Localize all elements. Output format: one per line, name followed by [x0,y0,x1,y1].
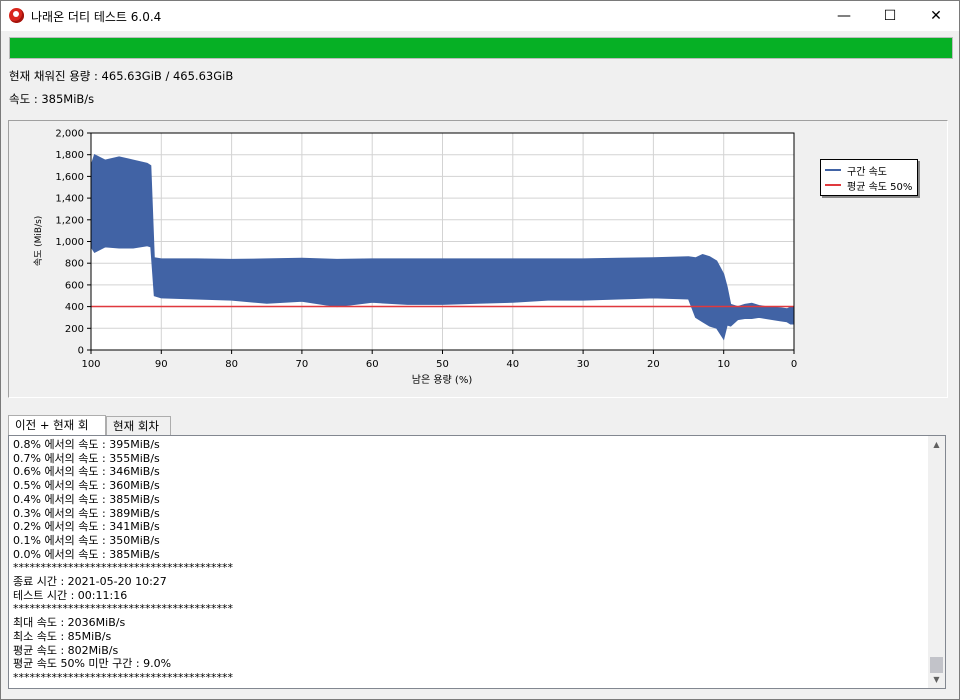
log-line: **************************************** [13,670,233,684]
x-tick-label: 40 [506,359,519,370]
tab-all-rounds[interactable]: 이전 + 현재 회차 [8,415,106,450]
log-line: 최대 속도 : 2036MiB/s [13,616,126,630]
y-tick-label: 2,000 [55,129,84,140]
x-tick-label: 0 [791,359,797,370]
x-tick-label: 30 [577,359,590,370]
chart-legend: 구간 속도 평균 속도 50% [820,159,918,196]
scroll-up-arrow-icon[interactable]: ▲ [928,436,945,453]
y-tick-label: 400 [65,302,84,313]
y-axis-ticks: 0 200 400 600 800 1,000 1,200 1,400 1,600 1,800 2,… [55,129,91,357]
log-line: 0.6% 에서의 속도 : 346MiB/s [13,465,160,479]
log-line: 0.1% 에서의 속도 : 350MiB/s [13,533,160,547]
x-axis-label: 남은 용량 (%) [412,374,473,386]
log-line: 테스트 시간 : 00:11:16 [13,588,128,602]
legend-label: 구간 속도 [847,167,887,178]
x-tick-label: 10 [717,359,730,370]
log-line: 종료 시간 : 2021-05-20 10:27 [13,575,167,589]
chart-grid [90,132,795,351]
log-line: 0.4% 에서의 속도 : 385MiB/s [13,492,160,506]
log-line: **************************************** [13,602,233,616]
y-tick-label: 1,400 [55,194,84,205]
scroll-down-arrow-icon[interactable]: ▼ [928,671,945,688]
legend-label: 평균 속도 50% [847,182,913,193]
x-tick-label: 80 [225,359,238,370]
log-line: **************************************** [13,561,233,575]
x-tick-label: 50 [436,359,449,370]
y-tick-label: 0 [78,346,84,357]
legend-swatch-red [825,184,841,186]
y-axis-label: 속도 (MiB/s) [33,216,44,267]
speed-chart: 100 90 80 70 60 50 40 30 20 10 0 02004006008001,00… [33,129,797,387]
legend-swatch-blue [825,169,841,171]
y-tick-label: 600 [65,280,84,291]
tab-current-round[interactable]: 현재 회차 [106,416,171,436]
log-line: 평균 속도 : 802MiB/s [13,643,119,657]
y-tick-label: 1,600 [55,172,84,183]
x-tick-label: 20 [647,359,660,370]
log-line: 0.2% 에서의 속도 : 341MiB/s [13,520,160,534]
log-line: 0.8% 에서의 속도 : 395MiB/s [13,438,160,451]
y-tick-label: 1,200 [55,215,84,226]
x-tick-label: 100 [81,359,100,370]
y-tick-label: 1,800 [55,150,84,161]
log-line: 최소 속도 : 85MiB/s [13,629,112,643]
log-line: 0.7% 에서의 속도 : 355MiB/s [13,451,160,465]
log-line: 0.0% 에서의 속도 : 385MiB/s [13,547,160,561]
x-tick-label: 90 [155,359,168,370]
log-text: 0.8% 에서의 속도 : 395MiB/s 0.7% 에서의 속도 : 355M… [13,438,233,685]
y-tick-label: 800 [65,259,84,270]
log-line: 0.5% 에서의 속도 : 360MiB/s [13,479,160,493]
x-tick-label: 60 [366,359,379,370]
result-log[interactable]: 0.8% 에서의 속도 : 395MiB/s 0.7% 에서의 속도 : 355M… [8,435,946,689]
x-tick-label: 70 [296,359,309,370]
log-line: 0.3% 에서의 속도 : 389MiB/s [13,506,160,520]
x-axis-ticks: 100 90 80 70 60 50 40 30 20 10 0 [81,350,797,370]
y-tick-label: 1,000 [55,237,84,248]
y-tick-label: 200 [65,324,84,335]
log-scrollbar[interactable]: ▲ ▼ [928,436,945,688]
log-line: 평균 속도 50% 미만 구간 : 9.0% [13,657,172,671]
